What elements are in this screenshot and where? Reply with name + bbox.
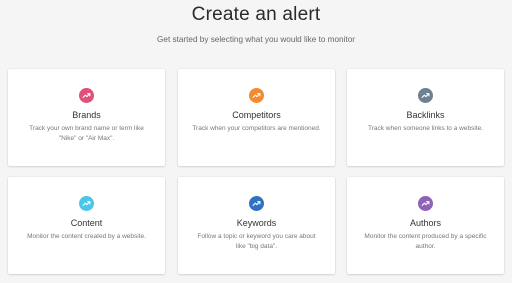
- trending-up-icon: [249, 88, 264, 103]
- alert-card-content[interactable]: Content Monitor the content created by a…: [8, 177, 165, 274]
- trending-up-icon: [418, 88, 433, 103]
- trending-up-icon: [249, 196, 264, 211]
- trending-up-icon: [418, 196, 433, 211]
- card-title: Brands: [72, 110, 101, 120]
- card-description: Monitor the content produced by a specif…: [364, 233, 487, 250]
- page-title: Create an alert: [191, 4, 321, 25]
- card-title: Authors: [409, 218, 442, 228]
- card-title: Keywords: [236, 218, 277, 228]
- alert-card-brands[interactable]: Brands Track your own brand name or term…: [8, 69, 165, 166]
- alert-card-keywords[interactable]: Keywords Follow a topic or keyword you c…: [178, 177, 335, 274]
- card-description: Follow a topic or keyword you care about…: [197, 233, 316, 250]
- card-description: Track when your competitors are mentione…: [192, 125, 321, 132]
- card-description: Monitor the content created by a website…: [27, 233, 146, 240]
- trending-up-icon: [79, 88, 94, 103]
- trending-up-icon: [79, 196, 94, 211]
- card-description: Track your own brand name or term like "…: [29, 125, 144, 142]
- page-subtitle: Get started by selecting what you would …: [157, 35, 355, 44]
- alert-card-competitors[interactable]: Competitors Track when your competitors …: [178, 69, 335, 166]
- card-title: Content: [70, 218, 103, 228]
- card-title: Competitors: [232, 110, 281, 120]
- alert-card-authors[interactable]: Authors Monitor the content produced by …: [347, 177, 504, 274]
- card-description: Track when someone links to a website.: [367, 125, 483, 132]
- card-title: Backlinks: [406, 110, 445, 120]
- alert-card-backlinks[interactable]: Backlinks Track when someone links to a …: [347, 69, 504, 166]
